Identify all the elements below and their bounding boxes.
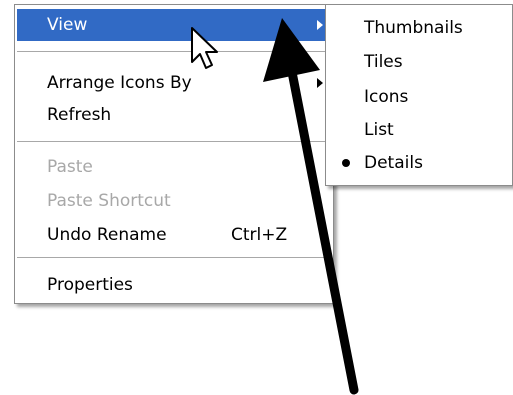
menu-item-paste-shortcut-label: Paste Shortcut — [47, 191, 171, 211]
menu-item-properties-label: Properties — [47, 275, 133, 295]
submenu-item-details-label: Details — [364, 153, 423, 173]
submenu-item-icons-label: Icons — [364, 87, 409, 107]
menu-item-undo-rename-label: Undo Rename — [47, 225, 167, 245]
menu-item-arrange-icons-by-label: Arrange Icons By — [47, 73, 192, 93]
mouse-pointer-icon — [191, 27, 218, 69]
annotation-arrow-icon — [263, 18, 359, 395]
menu-item-refresh-label: Refresh — [47, 105, 112, 125]
submenu-item-thumbnails-label: Thumbnails — [364, 18, 463, 38]
menu-item-paste-label: Paste — [47, 157, 93, 177]
menu-item-view-label: View — [47, 15, 88, 35]
